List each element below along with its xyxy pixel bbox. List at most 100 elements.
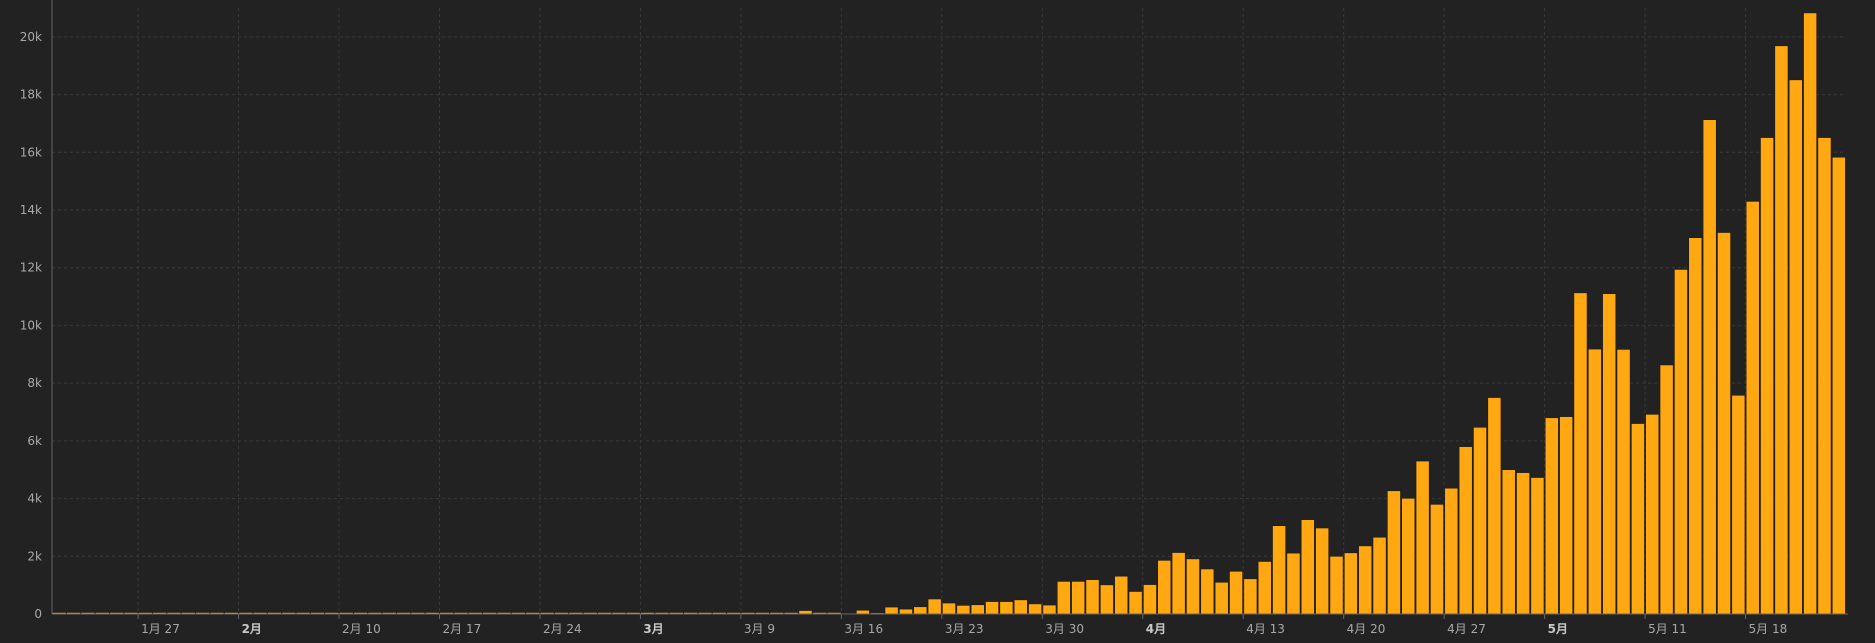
bar (1372, 536, 1387, 615)
bar (1042, 604, 1057, 615)
bar (1200, 568, 1215, 615)
bar (1214, 581, 1229, 615)
bar (1186, 558, 1200, 615)
x-tick-label: 2月 17 (443, 622, 482, 636)
x-tick-label: 4月 (1146, 622, 1166, 636)
bar (1774, 45, 1789, 615)
x-tick-label: 4月 27 (1447, 622, 1486, 636)
bar (1745, 201, 1760, 615)
x-tick-label: 2月 10 (342, 622, 381, 636)
bar (999, 601, 1014, 615)
bar (1674, 269, 1688, 615)
bar (1329, 555, 1344, 615)
bar (1487, 397, 1502, 615)
bar (1544, 417, 1559, 615)
bar (1473, 426, 1487, 615)
y-tick-label: 14k (20, 203, 42, 217)
bar (913, 606, 928, 615)
y-tick-label: 2k (27, 549, 42, 563)
x-tick-label: 4月 13 (1246, 622, 1285, 636)
bar (798, 610, 813, 615)
bar (1071, 581, 1086, 615)
bar (1788, 79, 1803, 615)
x-tick-label: 5月 11 (1648, 622, 1687, 636)
bar (1631, 423, 1645, 615)
bar (970, 604, 985, 615)
bar (1243, 578, 1258, 615)
bar (1157, 560, 1172, 615)
bar (1229, 570, 1243, 615)
y-tick-label: 16k (20, 145, 42, 159)
bar (985, 601, 999, 615)
bar (1143, 584, 1157, 615)
bar (927, 598, 942, 615)
bar (1530, 477, 1545, 615)
y-tick-label: 4k (27, 492, 42, 506)
bar (1817, 137, 1832, 615)
y-tick-label: 6k (27, 434, 42, 448)
y-tick-label: 18k (20, 88, 42, 102)
bar (1300, 519, 1315, 615)
bar (1387, 490, 1401, 615)
bar (1401, 497, 1416, 615)
bar (1616, 349, 1631, 615)
bars (52, 12, 1846, 615)
bar (1444, 487, 1459, 615)
bar (884, 606, 899, 615)
bar (1343, 552, 1358, 615)
bar (1760, 137, 1774, 615)
bar (942, 602, 956, 615)
bar (1430, 504, 1444, 615)
bar (1257, 561, 1272, 615)
bar (1831, 156, 1846, 615)
bar (1688, 237, 1703, 615)
bar (1315, 527, 1330, 615)
bar (1114, 575, 1129, 615)
bar (1702, 119, 1717, 615)
bar (1717, 232, 1731, 615)
bar (1803, 12, 1817, 615)
bar (1128, 591, 1143, 615)
y-tick-label: 8k (27, 376, 42, 390)
x-tick-label: 3月 23 (945, 622, 984, 636)
x-tick-label: 2月 (242, 622, 262, 636)
bar (1501, 469, 1516, 615)
bar (1085, 579, 1100, 615)
bar (1645, 414, 1660, 615)
bar (1028, 603, 1042, 615)
bar (1458, 446, 1473, 615)
bar (1171, 552, 1186, 615)
bar (1099, 584, 1114, 615)
bar (1516, 472, 1530, 615)
x-tick-label: 4月 20 (1347, 622, 1386, 636)
bar (1056, 581, 1071, 615)
x-tick-label: 2月 24 (543, 622, 582, 636)
y-tick-label: 0 (34, 607, 42, 621)
bar (1587, 348, 1602, 615)
bar (1013, 599, 1028, 615)
x-tick-label: 3月 30 (1045, 622, 1084, 636)
x-tick-label: 3月 (643, 622, 663, 636)
x-tick-label: 5月 18 (1749, 622, 1788, 636)
x-tick-label: 5月 (1548, 622, 1568, 636)
y-tick-label: 12k (20, 261, 42, 275)
bar (856, 609, 870, 615)
bar (1358, 545, 1373, 615)
bar-chart: 0 2k 4k 6k 8k 10k 12k 14k 16k 18k 20k 1月 27 2月 2月 10 2… (20, 0, 1848, 636)
bar (956, 605, 971, 615)
x-tick-label: 3月 16 (844, 622, 883, 636)
y-tick-label: 10k (20, 318, 42, 332)
bar (1573, 292, 1588, 615)
bar (1559, 416, 1574, 615)
y-tick-label: 20k (20, 30, 42, 44)
bar (1272, 525, 1286, 615)
x-tick-label: 1月 27 (141, 622, 180, 636)
bar (1659, 364, 1674, 615)
x-tick-label: 3月 9 (744, 622, 775, 636)
bar (899, 608, 913, 615)
bar (1415, 460, 1430, 615)
bar (1731, 394, 1746, 615)
chart-container: 0 2k 4k 6k 8k 10k 12k 14k 16k 18k 20k 1月 27 2月 2月 10 2… (0, 0, 1875, 643)
bar (1602, 293, 1617, 615)
bar (1286, 552, 1301, 615)
